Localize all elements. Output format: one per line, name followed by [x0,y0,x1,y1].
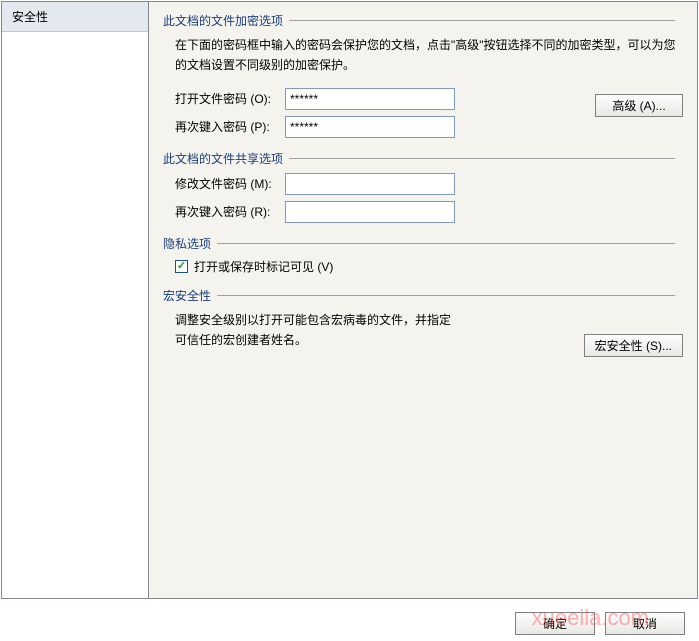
group-macro: 宏安全性 调整安全级别以打开可能包含宏病毒的文件，并指定可信任的宏创建者姓名。 … [163,287,683,351]
dialog-footer: 确定 取消 [515,612,685,635]
sidebar-item-label: 安全性 [12,10,48,24]
cancel-button[interactable]: 取消 [605,612,685,635]
label-retype-open-password: 再次键入密码 (P): [175,118,285,135]
input-open-password[interactable] [285,88,455,110]
checkbox-visible-mark[interactable]: ✓ [175,260,188,273]
sidebar: 安全性 [1,1,149,599]
label-modify-password: 修改文件密码 (M): [175,175,285,192]
label-retype-modify-password: 再次键入密码 (R): [175,203,285,220]
group-encrypt: 此文档的文件加密选项 在下面的密码框中输入的密码会保护您的文档，点击"高级"按钮… [163,12,683,138]
encrypt-description: 在下面的密码框中输入的密码会保护您的文档，点击"高级"按钮选择不同的加密类型，可… [175,35,683,76]
input-retype-open-password[interactable] [285,116,455,138]
group-share-title: 此文档的文件共享选项 [163,150,683,167]
macro-description: 调整安全级别以打开可能包含宏病毒的文件，并指定可信任的宏创建者姓名。 [175,310,455,351]
advanced-button[interactable]: 高级 (A)... [595,94,683,117]
row-retype-modify-password: 再次键入密码 (R): [175,201,683,223]
input-modify-password[interactable] [285,173,455,195]
group-macro-title: 宏安全性 [163,287,683,304]
label-open-password: 打开文件密码 (O): [175,90,285,107]
sidebar-item-security[interactable]: 安全性 [2,2,148,32]
row-retype-open-password: 再次键入密码 (P): [175,116,683,138]
group-encrypt-title: 此文档的文件加密选项 [163,12,683,29]
input-retype-modify-password[interactable] [285,201,455,223]
group-privacy-title: 隐私选项 [163,235,683,252]
macro-security-button[interactable]: 宏安全性 (S)... [584,334,683,357]
group-privacy: 隐私选项 ✓ 打开或保存时标记可见 (V) [163,235,683,275]
group-share: 此文档的文件共享选项 修改文件密码 (M): 再次键入密码 (R): [163,150,683,223]
ok-button[interactable]: 确定 [515,612,595,635]
dialog-container: 安全性 此文档的文件加密选项 在下面的密码框中输入的密码会保护您的文档，点击"高… [0,0,699,600]
main-panel: 此文档的文件加密选项 在下面的密码框中输入的密码会保护您的文档，点击"高级"按钮… [149,1,698,599]
check-icon: ✓ [177,261,186,272]
row-modify-password: 修改文件密码 (M): [175,173,683,195]
row-visible-mark[interactable]: ✓ 打开或保存时标记可见 (V) [175,258,683,275]
label-visible-mark: 打开或保存时标记可见 (V) [194,258,333,275]
